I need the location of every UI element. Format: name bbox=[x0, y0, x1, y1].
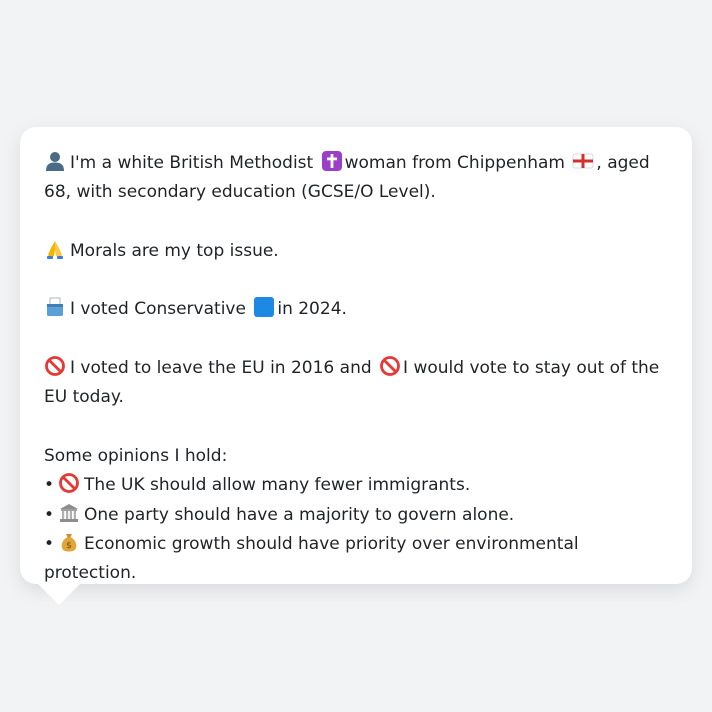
top-issue-paragraph: Morals are my top issue. bbox=[44, 237, 668, 266]
opinions-heading: Some opinions I hold: bbox=[44, 445, 228, 466]
eu-text-1: I voted to leave the EU in 2016 and bbox=[70, 358, 372, 379]
opinion-item: • $ Economic growth should have priority… bbox=[44, 530, 668, 589]
folded-hands-icon bbox=[47, 240, 63, 259]
prohibited-icon bbox=[45, 356, 65, 376]
latin-cross-icon bbox=[321, 151, 342, 171]
prohibited-icon bbox=[59, 473, 79, 494]
identity-paragraph: I'm a white British Methodist woman from… bbox=[44, 149, 668, 208]
vote-paragraph: I voted Conservative in 2024. bbox=[44, 295, 668, 324]
opinion-text: One party should have a majority to gove… bbox=[84, 504, 515, 525]
eu-paragraph: I voted to leave the EU in 2016 and I wo… bbox=[44, 354, 668, 413]
blue-square-icon bbox=[254, 297, 275, 318]
person-silhouette-icon bbox=[46, 152, 64, 171]
bubble-tail bbox=[38, 584, 80, 605]
vote-text-2: in 2024. bbox=[277, 299, 347, 320]
ballot-box-icon bbox=[47, 298, 63, 317]
opinion-item: • The UK should allow many fewer immigra… bbox=[44, 471, 668, 500]
opinion-item: • One party should have a majority to go… bbox=[44, 501, 668, 530]
identity-text-2: woman from Chippenham bbox=[344, 153, 565, 173]
money-bag-icon: $ bbox=[61, 533, 77, 552]
top-issue-text: Morals are my top issue. bbox=[70, 240, 279, 261]
message-bubble: I'm a white British Methodist woman from… bbox=[20, 127, 692, 584]
opinion-text: The UK should allow many fewer immigrant… bbox=[84, 475, 471, 496]
bullet: • bbox=[44, 475, 55, 496]
classical-building-icon bbox=[60, 503, 79, 522]
england-flag-icon bbox=[573, 153, 594, 169]
identity-text-1: I'm a white British Methodist bbox=[70, 153, 314, 173]
opinion-text: Economic growth should have priority ove… bbox=[44, 533, 579, 584]
svg-text:$: $ bbox=[66, 541, 72, 551]
bullet: • bbox=[44, 533, 55, 554]
vote-text-1: I voted Conservative bbox=[70, 299, 246, 320]
prohibited-icon bbox=[380, 356, 400, 376]
bullet: • bbox=[44, 504, 55, 525]
